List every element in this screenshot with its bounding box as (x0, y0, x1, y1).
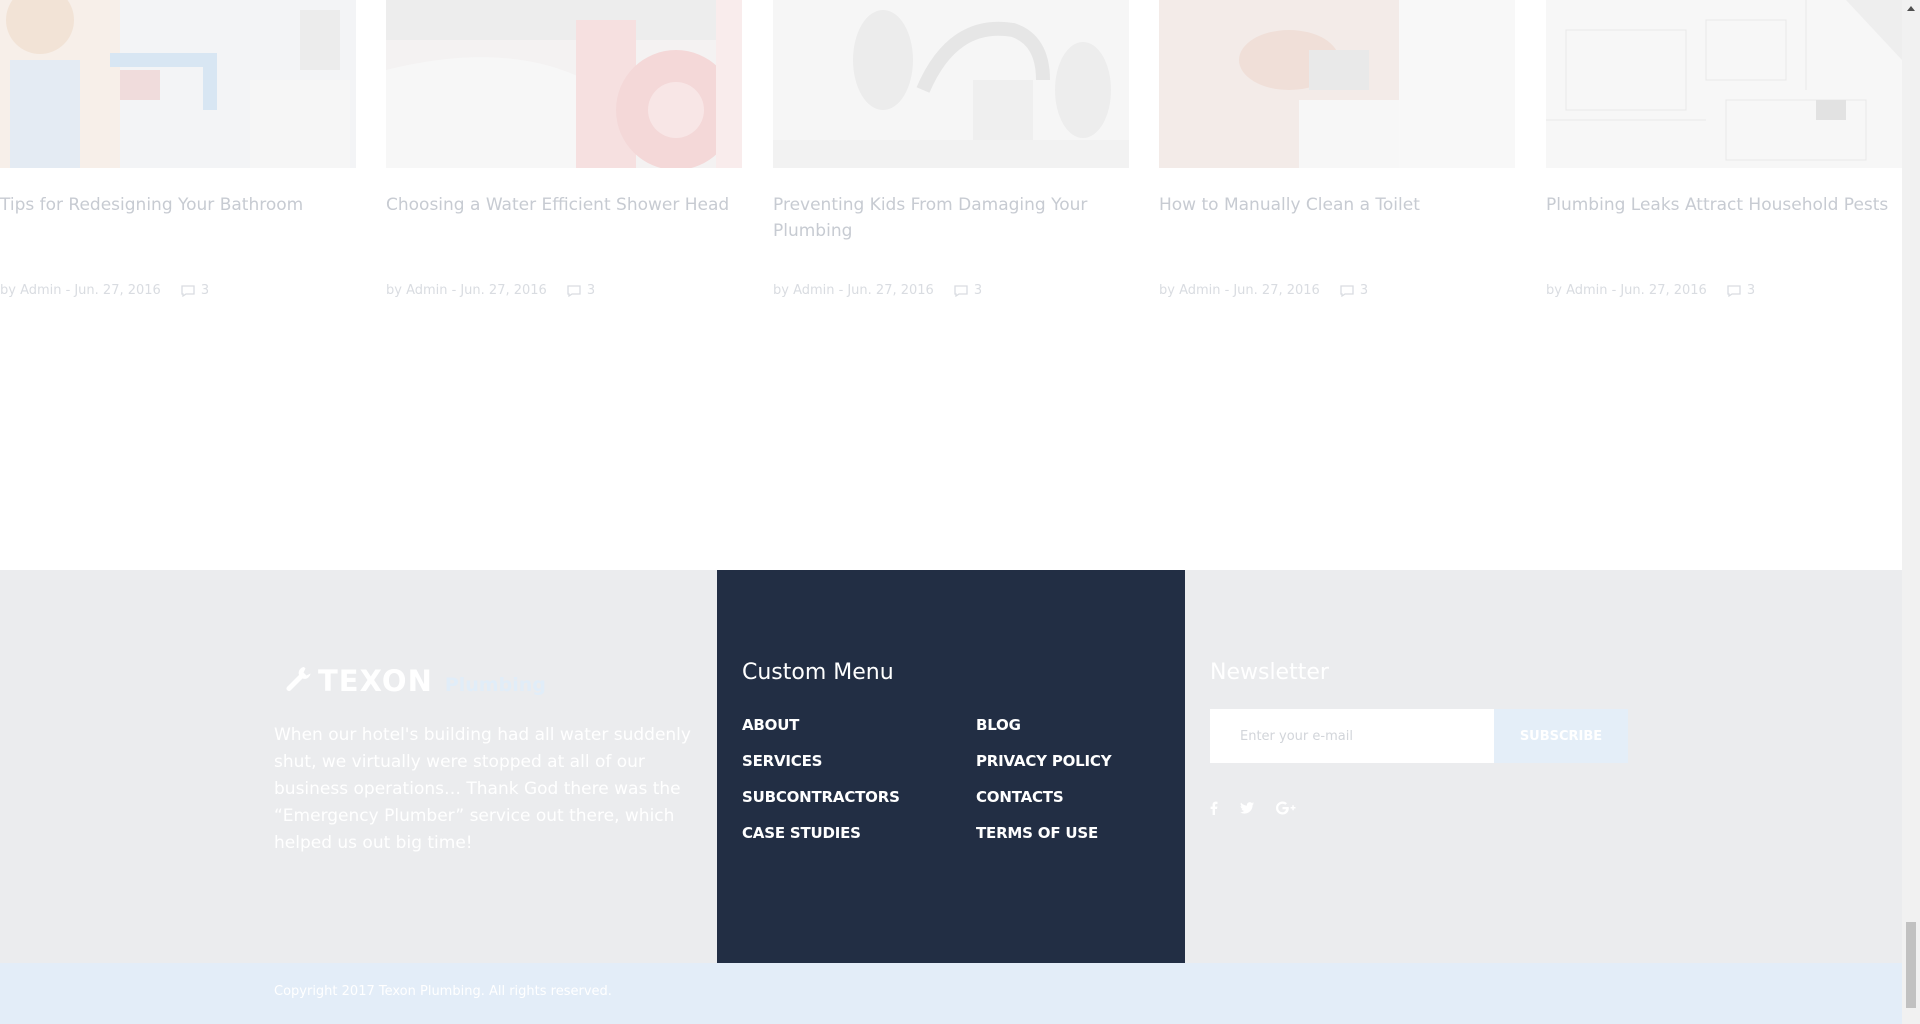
post-author[interactable]: by Admin - (0, 283, 70, 298)
menu-link-blog[interactable]: BLOG (976, 716, 1111, 752)
logo-brand: TEXON (318, 664, 433, 698)
post-card[interactable]: Tips for Redesigning Your Bathroom by Ad… (0, 0, 356, 298)
post-date[interactable]: Jun. 27, 2016 (847, 283, 933, 298)
blueprint-photo (1546, 0, 1902, 168)
post-meta: by Admin - Jun. 27, 2016 3 (386, 283, 595, 298)
newsletter-email-input[interactable] (1210, 709, 1494, 763)
custom-menu-title: Custom Menu (742, 660, 894, 685)
menu-link-terms-of-use[interactable]: TERMS OF USE (976, 824, 1111, 860)
footer-about: TEXON Plumbing When our hotel's building… (274, 662, 694, 857)
post-card[interactable]: Preventing Kids From Damaging Your Plumb… (773, 0, 1129, 298)
post-date[interactable]: Jun. 27, 2016 (74, 283, 160, 298)
menu-link-privacy-policy[interactable]: PRIVACY POLICY (976, 752, 1112, 788)
menu-link-about[interactable]: ABOUT (742, 716, 900, 752)
post-author[interactable]: by Admin - (386, 283, 456, 298)
post-meta: by Admin - Jun. 27, 2016 3 (1546, 283, 1755, 298)
pipe-photo (386, 0, 742, 168)
comment-count: 3 (973, 283, 983, 298)
post-thumbnail[interactable] (0, 0, 356, 168)
google-plus-icon[interactable] (1276, 801, 1296, 815)
faucet-photo (773, 0, 1129, 168)
post-card[interactable]: Plumbing Leaks Attract Household Pests b… (1546, 0, 1902, 298)
menu-column-left: ABOUT SERVICES SUBCONTRACTORS CASE STUDI… (742, 716, 900, 860)
scroll-down-arrow-icon[interactable] (1902, 1008, 1920, 1024)
post-title[interactable]: Tips for Redesigning Your Bathroom (0, 192, 356, 218)
post-meta: by Admin - Jun. 27, 2016 3 (0, 283, 209, 298)
post-comments[interactable]: 3 (1340, 283, 1368, 298)
post-meta: by Admin - Jun. 27, 2016 3 (773, 283, 982, 298)
subscribe-button[interactable]: SUBSCRIBE (1494, 709, 1628, 763)
copyright-text: Copyright 2017 Texon Plumbing. All right… (274, 984, 612, 999)
newsletter: Newsletter SUBSCRIBE (1210, 660, 1630, 815)
footer-logo[interactable]: TEXON Plumbing (274, 662, 694, 700)
comment-icon (954, 284, 968, 297)
plumber-photo (0, 0, 356, 168)
menu-column-right: BLOG PRIVACY POLICY CONTACTS TERMS OF US… (976, 716, 1112, 860)
comment-icon (1727, 284, 1741, 297)
post-meta: by Admin - Jun. 27, 2016 3 (1159, 283, 1368, 298)
post-title[interactable]: How to Manually Clean a Toilet (1159, 192, 1515, 218)
post-author[interactable]: by Admin - (1546, 283, 1616, 298)
logo-subtitle: Plumbing (444, 674, 546, 696)
menu-link-case-studies[interactable]: CASE STUDIES (742, 824, 900, 860)
comment-count: 3 (586, 283, 596, 298)
menu-link-contacts[interactable]: CONTACTS (976, 788, 1111, 824)
comment-count: 3 (1746, 283, 1756, 298)
post-thumbnail[interactable] (1546, 0, 1902, 168)
twitter-icon[interactable] (1240, 802, 1254, 814)
comment-icon (1340, 284, 1354, 297)
post-title[interactable]: Plumbing Leaks Attract Household Pests (1546, 192, 1902, 218)
footer-about-text: When our hotel's building had all water … (274, 725, 691, 853)
copyright-bar: Copyright 2017 Texon Plumbing. All right… (0, 963, 1902, 1024)
wrench-icon (284, 665, 312, 697)
comment-icon (567, 284, 581, 297)
blog-posts-carousel: Tips for Redesigning Your Bathroom by Ad… (0, 0, 1902, 570)
page: Tips for Redesigning Your Bathroom by Ad… (0, 0, 1920, 1024)
scrollbar-thumb[interactable] (1906, 922, 1916, 1008)
post-thumbnail[interactable] (773, 0, 1129, 168)
post-comments[interactable]: 3 (954, 283, 982, 298)
newsletter-title: Newsletter (1210, 660, 1329, 685)
newsletter-form: SUBSCRIBE (1210, 709, 1630, 763)
post-comments[interactable]: 3 (1727, 283, 1755, 298)
post-thumbnail[interactable] (1159, 0, 1515, 168)
post-author[interactable]: by Admin - (773, 283, 843, 298)
scroll-up-arrow-icon[interactable] (1902, 0, 1920, 16)
post-card[interactable]: Choosing a Water Efficient Shower Head b… (386, 0, 742, 298)
comment-count: 3 (1359, 283, 1369, 298)
post-author[interactable]: by Admin - (1159, 283, 1229, 298)
menu-link-subcontractors[interactable]: SUBCONTRACTORS (742, 788, 900, 824)
page-scrollbar[interactable] (1902, 0, 1920, 1024)
comment-icon (181, 284, 195, 297)
menu-link-services[interactable]: SERVICES (742, 752, 900, 788)
wrench-photo (1159, 0, 1515, 168)
post-card[interactable]: How to Manually Clean a Toilet by Admin … (1159, 0, 1515, 298)
post-date[interactable]: Jun. 27, 2016 (1620, 283, 1706, 298)
post-date[interactable]: Jun. 27, 2016 (460, 283, 546, 298)
social-links (1210, 801, 1630, 815)
post-comments[interactable]: 3 (567, 283, 595, 298)
post-comments[interactable]: 3 (181, 283, 209, 298)
post-thumbnail[interactable] (386, 0, 742, 168)
footer: TEXON Plumbing When our hotel's building… (0, 570, 1902, 963)
post-title[interactable]: Preventing Kids From Damaging Your Plumb… (773, 192, 1129, 244)
post-date[interactable]: Jun. 27, 2016 (1233, 283, 1319, 298)
comment-count: 3 (200, 283, 210, 298)
post-title[interactable]: Choosing a Water Efficient Shower Head (386, 192, 742, 218)
facebook-icon[interactable] (1210, 801, 1218, 815)
custom-menu: Custom Menu ABOUT SERVICES SUBCONTRACTOR… (717, 570, 1185, 963)
